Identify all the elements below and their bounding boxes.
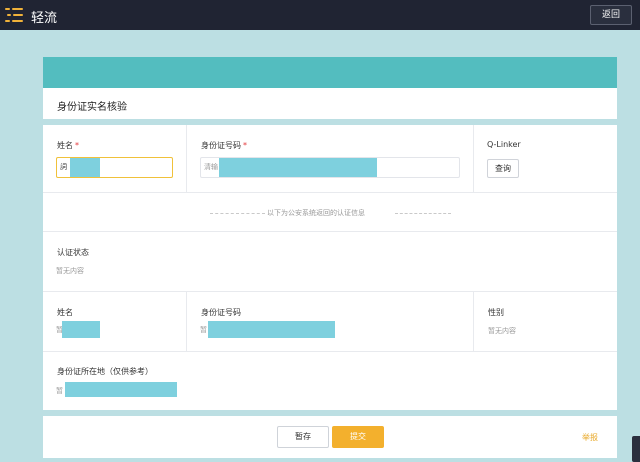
- result-location-value: 暂: [56, 387, 63, 395]
- back-button[interactable]: 返回: [590, 5, 632, 25]
- status-label: 认证状态: [57, 248, 89, 257]
- separator-text: 以下为公安系统返回的认证信息: [267, 209, 365, 217]
- separator-line: [210, 213, 265, 214]
- top-bar: 轻流 返回: [0, 0, 640, 30]
- row-divider: [43, 291, 617, 292]
- query-button[interactable]: 查询: [487, 159, 519, 178]
- id-field-label: 身份证号码 *: [201, 141, 247, 150]
- save-draft-button[interactable]: 暂存: [277, 426, 329, 448]
- redacted-name-block: [62, 321, 100, 338]
- name-input[interactable]: 詞: [56, 157, 173, 178]
- result-id-label: 身份证号码: [201, 308, 241, 317]
- form-body: 姓名 * 詞 身份证号码 * 清输 Q-Linker 查询 以下为公安系统返回的认证…: [43, 125, 617, 410]
- result-gender-value: 暂无内容: [488, 327, 516, 335]
- menu-logo-icon[interactable]: [5, 8, 23, 22]
- submit-button[interactable]: 提交: [332, 426, 384, 448]
- result-id-value: 暂: [200, 326, 207, 334]
- column-divider: [473, 291, 474, 351]
- row-divider: [43, 231, 617, 232]
- redacted-location-block: [65, 382, 177, 397]
- side-tab[interactable]: [632, 436, 640, 462]
- column-divider: [186, 291, 187, 351]
- status-value: 暂无内容: [56, 267, 84, 275]
- column-divider: [473, 125, 474, 192]
- brand-name: 轻流: [31, 11, 58, 26]
- form-footer: 暂存 提交 举报: [43, 416, 617, 458]
- header-banner: [43, 57, 617, 88]
- page-title: 身份证实名核验: [57, 102, 127, 113]
- row-divider: [43, 351, 617, 352]
- result-name-label: 姓名: [57, 308, 73, 317]
- separator-line: [395, 213, 451, 214]
- qlinker-label: Q-Linker: [487, 140, 521, 149]
- column-divider: [186, 125, 187, 192]
- redacted-id-block: [208, 321, 335, 338]
- id-number-input[interactable]: 清输: [200, 157, 460, 178]
- row-divider: [43, 192, 617, 193]
- report-link[interactable]: 举报: [582, 432, 598, 443]
- result-gender-label: 性别: [488, 308, 504, 317]
- name-field-label: 姓名 *: [57, 141, 79, 150]
- form-header: 身份证实名核验: [43, 57, 617, 119]
- result-location-label: 身份证所在地（仅供参考）: [57, 367, 153, 376]
